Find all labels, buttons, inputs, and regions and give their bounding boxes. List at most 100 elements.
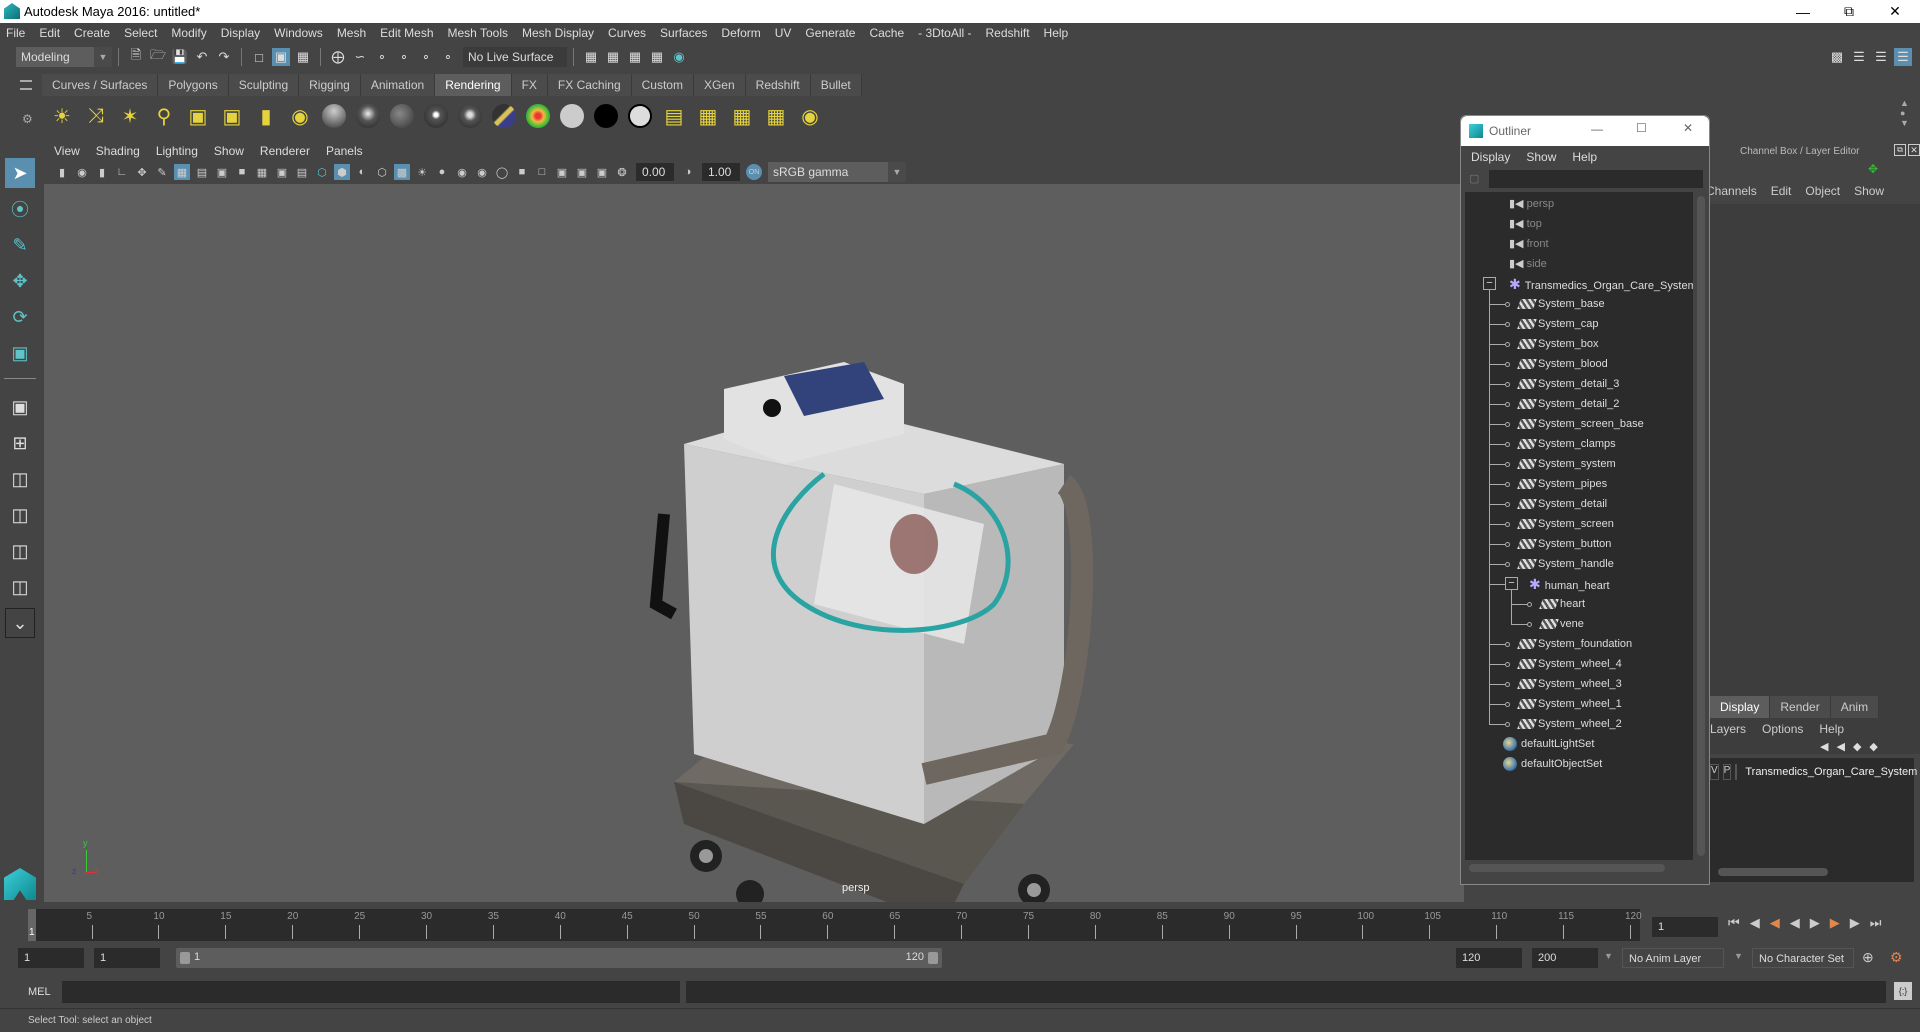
render-pass-icon[interactable]: ▦ bbox=[762, 102, 790, 130]
viewport-menu-renderer[interactable]: Renderer bbox=[260, 144, 310, 158]
menu-help[interactable]: Help bbox=[1044, 26, 1069, 40]
viewport-menu-view[interactable]: View bbox=[54, 144, 80, 158]
directional-light-icon[interactable]: ⤨ bbox=[82, 102, 110, 130]
snap-curve-icon[interactable]: ∽ bbox=[351, 48, 369, 66]
outliner-mesh-item[interactable]: System_blood bbox=[1517, 354, 1608, 374]
shelf-tab-rigging[interactable]: Rigging bbox=[299, 74, 361, 96]
shelf-scroll-arrows[interactable]: ▲ ● ▼ bbox=[1900, 98, 1909, 128]
3d-viewport[interactable]: y x z persp bbox=[44, 184, 1464, 902]
2d-pan-zoom-icon[interactable]: ✥ bbox=[134, 164, 150, 180]
paint-select-tool-icon[interactable]: ✎ bbox=[5, 230, 35, 260]
xray-icon[interactable]: ▣ bbox=[554, 164, 570, 180]
outliner-menu-help[interactable]: Help bbox=[1572, 150, 1597, 164]
redo-icon[interactable]: ↷ bbox=[215, 48, 233, 66]
range-end-handle[interactable] bbox=[928, 952, 938, 964]
outliner-set-item[interactable]: defaultLightSet bbox=[1503, 734, 1594, 754]
layer-row[interactable]: V P Transmedics_Organ_Care_System bbox=[1710, 762, 1917, 782]
outliner-minimize-button[interactable]: — bbox=[1591, 122, 1603, 136]
outliner-mesh-item[interactable]: System_detail bbox=[1517, 494, 1607, 514]
snap-point-icon[interactable]: ∘ bbox=[373, 48, 391, 66]
object-menu[interactable]: Object bbox=[1805, 184, 1840, 198]
persp-graph-outliner-layout-icon[interactable]: ◫ bbox=[5, 572, 35, 602]
persp-graph-layout-icon[interactable]: ◫ bbox=[5, 500, 35, 530]
outliner-mesh-item[interactable]: System_screen bbox=[1517, 514, 1614, 534]
menu-mesh-display[interactable]: Mesh Display bbox=[522, 26, 594, 40]
exposure-field[interactable]: 0.00 bbox=[636, 163, 674, 181]
hypershade-icon[interactable]: ◉ bbox=[670, 48, 688, 66]
animation-preferences-icon[interactable]: ⚙ bbox=[1890, 949, 1903, 966]
point-light-icon[interactable]: ✶ bbox=[116, 102, 144, 130]
step-back-frame-icon[interactable]: ◀​ bbox=[1750, 915, 1760, 931]
outliner-camera-item[interactable]: ▮◀ top bbox=[1509, 214, 1542, 234]
command-input[interactable] bbox=[62, 981, 680, 1003]
outliner-mesh-item[interactable]: System_wheel_4 bbox=[1517, 654, 1622, 674]
outliner-menu-display[interactable]: Display bbox=[1471, 150, 1510, 164]
light-link-icon[interactable]: ▮ bbox=[252, 102, 280, 130]
scale-tool-icon[interactable]: ▣ bbox=[5, 338, 35, 368]
blinn-shader-icon[interactable] bbox=[354, 102, 382, 130]
menu-edit[interactable]: Edit bbox=[39, 26, 60, 40]
channel-box-toggle-icon[interactable]: ☰ bbox=[1894, 48, 1912, 66]
xray-joints-icon[interactable]: ▣ bbox=[594, 164, 610, 180]
outliner-mesh-item[interactable]: System_wheel_3 bbox=[1517, 674, 1622, 694]
single-perspective-layout-icon[interactable]: ▣ bbox=[5, 392, 35, 422]
layered-shader-icon[interactable] bbox=[490, 102, 518, 130]
outliner-mesh-item[interactable]: System_handle bbox=[1517, 554, 1614, 574]
ambient-light-icon[interactable]: ☀ bbox=[48, 102, 76, 130]
gamma-field[interactable]: 1.00 bbox=[702, 163, 740, 181]
range-start-handle[interactable] bbox=[180, 952, 190, 964]
smooth-shade-icon[interactable]: ⬢ bbox=[334, 164, 350, 180]
new-layer-selected-icon[interactable]: ◆ bbox=[1869, 740, 1877, 753]
new-scene-icon[interactable]: 🗎 bbox=[127, 47, 145, 66]
auto-key-icon[interactable]: ⊕ bbox=[1862, 949, 1874, 966]
anisotropic-shader-icon[interactable] bbox=[320, 102, 348, 130]
shelf-tab-rendering[interactable]: Rendering bbox=[435, 74, 512, 96]
restore-button[interactable]: ⧉ bbox=[1826, 0, 1872, 23]
anim-layer-dropdown[interactable]: No Anim Layer bbox=[1622, 948, 1724, 968]
persp-outliner-layout-icon[interactable]: ◫ bbox=[5, 464, 35, 494]
step-forward-key-icon[interactable]: ▶ bbox=[1830, 915, 1840, 931]
shading-map-icon[interactable] bbox=[626, 102, 654, 130]
modeling-toolkit-icon[interactable]: ▩ bbox=[1828, 48, 1846, 66]
layer-horizontal-scrollbar[interactable] bbox=[1718, 868, 1828, 876]
menu-cache[interactable]: Cache bbox=[869, 26, 904, 40]
step-forward-frame-icon[interactable]: ▶ bbox=[1850, 915, 1860, 931]
outliner-horizontal-scrollbar[interactable] bbox=[1469, 864, 1665, 872]
outliner-mesh-item[interactable]: heart bbox=[1539, 594, 1585, 614]
menu-generate[interactable]: Generate bbox=[805, 26, 855, 40]
live-surface-field[interactable]: No Live Surface bbox=[463, 47, 567, 67]
outliner-mesh-item[interactable]: System_detail_2 bbox=[1517, 394, 1619, 414]
shelf-tab-curves-surfaces[interactable]: Curves / Surfaces bbox=[42, 74, 159, 96]
color-management-toggle-icon[interactable]: ON bbox=[746, 164, 762, 180]
volume-light-icon[interactable]: ▣ bbox=[218, 102, 246, 130]
animation-start-field[interactable]: 1 bbox=[94, 948, 160, 968]
outliner-mesh-item[interactable]: System_button bbox=[1517, 534, 1611, 554]
shelf-tab-fx[interactable]: FX bbox=[511, 74, 548, 96]
light-editor-icon[interactable]: ◉ bbox=[286, 102, 314, 130]
help-menu[interactable]: Help bbox=[1819, 722, 1844, 736]
phong-e-shader-icon[interactable] bbox=[456, 102, 484, 130]
float-panel-icon[interactable]: ⧉ bbox=[1894, 144, 1906, 156]
outliner-mesh-item[interactable]: System_cap bbox=[1517, 314, 1599, 334]
use-default-material-icon[interactable]: ◐ bbox=[354, 164, 370, 180]
area-light-icon[interactable]: ▣ bbox=[184, 102, 212, 130]
tab-render-layers[interactable]: Render bbox=[1770, 696, 1831, 718]
outliner-mesh-item[interactable]: System_detail_3 bbox=[1517, 374, 1619, 394]
exposure-icon[interactable]: ❂ bbox=[614, 164, 630, 180]
undo-icon[interactable]: ↶ bbox=[193, 48, 211, 66]
menu-create[interactable]: Create bbox=[74, 26, 110, 40]
show-menu[interactable]: Show bbox=[1854, 184, 1884, 198]
outliner-set-item[interactable]: defaultObjectSet bbox=[1503, 754, 1602, 774]
more-layouts-icon[interactable]: ⌄ bbox=[5, 608, 35, 638]
image-plane-icon[interactable]: ∟ bbox=[114, 164, 130, 180]
go-to-end-icon[interactable]: ⏭ bbox=[1870, 915, 1882, 931]
menu-select[interactable]: Select bbox=[124, 26, 157, 40]
viewport-menu-show[interactable]: Show bbox=[214, 144, 244, 158]
collapse-toggle-icon[interactable]: − bbox=[1505, 577, 1518, 590]
outliner-group-item[interactable]: ✱ Transmedics_Organ_Care_System bbox=[1509, 274, 1693, 294]
surface-shader-icon[interactable] bbox=[558, 102, 586, 130]
ipr-render-icon[interactable]: ▦ bbox=[626, 48, 644, 66]
isolate-select-icon[interactable]: □ bbox=[534, 164, 550, 180]
outliner-close-button[interactable]: ✕ bbox=[1683, 121, 1693, 135]
view-transform-dropdown[interactable]: sRGB gamma ▼ bbox=[768, 162, 906, 182]
